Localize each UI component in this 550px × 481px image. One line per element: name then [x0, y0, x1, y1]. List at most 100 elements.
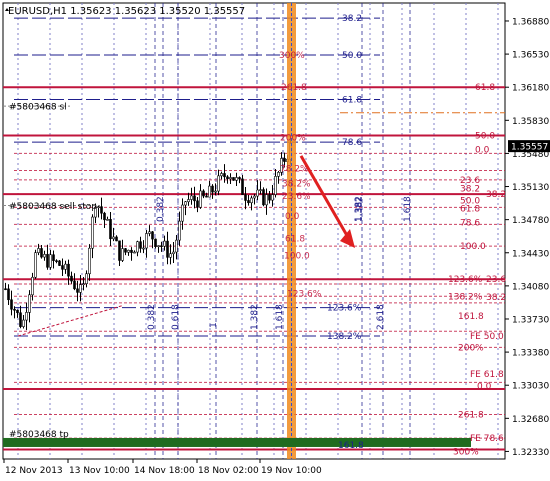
fib-cluster-label: 78.2%	[280, 165, 309, 175]
fib-cluster-label: 300%	[279, 51, 305, 61]
candle-body	[193, 195, 196, 202]
x-tick-label: 19 Nov 10:00	[261, 466, 322, 476]
fib-cluster-label: 23.6%	[282, 192, 311, 202]
candle-body	[238, 177, 241, 180]
candle-body	[19, 312, 22, 327]
candle-body	[133, 251, 136, 254]
fib-level-label: 38.2	[486, 190, 506, 200]
fib-time-zone-label: 1.382	[354, 196, 364, 222]
y-tick-label: 1.34430	[512, 249, 549, 259]
candle-body	[241, 178, 244, 195]
candle-body	[40, 248, 43, 258]
candle-body	[61, 265, 64, 270]
candle-body	[229, 177, 232, 180]
candle-body	[166, 240, 169, 258]
candle-body	[136, 241, 139, 253]
fib-level-label: 123.6%	[327, 304, 362, 314]
fib-level-label: 38.2	[460, 184, 480, 194]
candle-body	[13, 308, 16, 311]
candle-body	[151, 231, 154, 240]
candle-body	[175, 239, 178, 253]
x-tick-label: 13 Nov 10:00	[69, 466, 130, 476]
fib-time-zone-label: 1	[209, 322, 219, 328]
fib-time-zone-label: 0.382	[156, 196, 166, 222]
fib-level-label: 300%	[453, 447, 479, 457]
candle-body	[169, 253, 172, 258]
fib-level-label: FE 61.8	[470, 370, 504, 380]
candle-body	[16, 309, 19, 314]
candle-body	[202, 190, 205, 197]
candle-body	[184, 201, 187, 206]
candle-body	[106, 219, 109, 221]
fib-level-label: FE 78.6	[470, 434, 504, 444]
candle-body	[58, 260, 61, 266]
candle-body	[154, 238, 157, 247]
candle-body	[178, 220, 181, 241]
candle-body	[235, 177, 238, 181]
y-tick-label: 1.35130	[512, 183, 549, 193]
candle-body	[199, 190, 202, 208]
candle-body	[262, 189, 265, 206]
candle-body	[46, 254, 49, 268]
candle-body	[100, 206, 103, 214]
y-tick-label: 1.36880	[512, 17, 549, 27]
y-tick-label: 1.36530	[512, 51, 549, 61]
candle-body	[31, 276, 34, 296]
candle-body	[232, 177, 235, 181]
candle-body	[121, 248, 124, 261]
fib-level-label: 61.8	[342, 95, 362, 105]
candle-body	[208, 185, 211, 198]
order-label-sell-stop: #5803468 sell stop	[9, 202, 97, 212]
candle-body	[223, 173, 226, 178]
candle-body	[28, 294, 31, 313]
order-label-sl: #5803468 sl	[9, 103, 67, 113]
fib-level-label: 61.8	[460, 204, 480, 214]
candle-body	[172, 251, 175, 255]
candle-body	[76, 288, 79, 293]
current-price-label: 1.35557	[511, 143, 548, 153]
y-tick-label: 1.33380	[512, 349, 549, 359]
candle-body	[97, 206, 100, 208]
candle-body	[247, 200, 250, 204]
candle-body	[130, 249, 133, 253]
candle-body	[4, 288, 7, 291]
candle-body	[22, 319, 25, 327]
fib-level-label: 200%	[458, 343, 484, 353]
fib-time-zone-label: 1.618	[403, 196, 413, 222]
candle-body	[145, 233, 148, 249]
candle-body	[118, 240, 121, 261]
candle-body	[52, 254, 55, 261]
order-label-tp: #5803468 tp	[9, 430, 69, 440]
candle-body	[82, 283, 85, 285]
tp-band	[3, 437, 471, 447]
fib-level-label: 123.6%	[448, 275, 483, 285]
y-tick-label: 1.33730	[512, 315, 549, 325]
candle-body	[157, 245, 160, 247]
candle-body	[205, 195, 208, 198]
fib-level-label: 61.8	[475, 83, 495, 93]
candle-body	[190, 195, 193, 200]
fib-level-label: 138.2%	[327, 332, 362, 342]
fib-level-label: 100.0	[460, 242, 486, 252]
candle-body	[10, 299, 13, 310]
y-tick-label: 1.33030	[512, 382, 549, 392]
candle-body	[256, 189, 259, 197]
y-tick-label: 1.34080	[512, 282, 549, 292]
price-chart[interactable]: 0.382 0.618 1 1.382 1.6181.382 1.6182.6180.38…	[0, 0, 550, 481]
candle-body	[226, 176, 229, 180]
fib-level-label: 50.0	[475, 131, 495, 141]
candle-body	[220, 173, 223, 177]
candle-body	[124, 248, 127, 253]
fib-level-label: 78.6	[460, 218, 480, 228]
fib-level-label: 0.0	[475, 146, 490, 156]
fib-level-label: 161.8	[338, 441, 364, 451]
candle-body	[70, 275, 73, 282]
fib-level-label: 138.2%	[448, 292, 483, 302]
candle-body	[91, 216, 94, 249]
candle-body	[217, 175, 220, 192]
candle-body	[259, 189, 262, 191]
fib-level-label: 50.0	[342, 51, 362, 61]
candle-body	[34, 252, 37, 278]
candle-body	[127, 249, 130, 253]
candle-body	[181, 204, 184, 222]
